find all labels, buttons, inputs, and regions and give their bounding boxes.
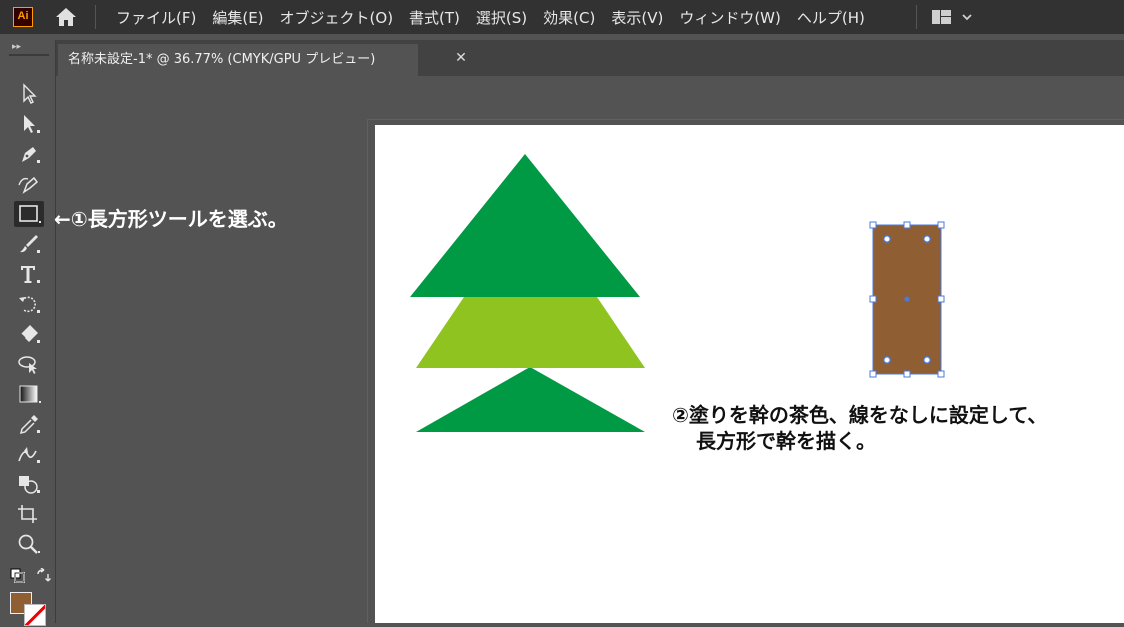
home-button[interactable] <box>54 6 78 28</box>
step2-line1: ②塗りを幹の茶色、線をなしに設定して、 <box>672 403 1048 427</box>
rectangle-tool-icon <box>19 205 41 223</box>
selection-tool-icon <box>23 83 37 104</box>
tree-top-tier[interactable] <box>410 154 640 297</box>
resize-handle[interactable] <box>937 370 945 378</box>
selection-tool-button[interactable] <box>14 81 44 107</box>
direct-selection-tool-icon <box>24 115 40 133</box>
resize-handle[interactable] <box>903 370 911 378</box>
curvature-tool-icon <box>18 176 39 194</box>
artboard-tool-icon <box>18 505 37 523</box>
panel-grip[interactable] <box>9 54 49 56</box>
eyedropper-tool-button[interactable] <box>14 411 44 437</box>
type-tool-icon <box>21 266 40 283</box>
zoom-tool-button[interactable] <box>14 531 44 557</box>
corner-widget[interactable] <box>923 356 931 364</box>
menu-object[interactable]: オブジェクト(O) <box>272 7 402 28</box>
swap-arrow-icon <box>37 567 51 582</box>
document-tab[interactable]: 名称未設定-1* @ 36.77% (CMYK/GPU プレビュー) <box>58 44 418 76</box>
puppet-warp-tool-icon <box>18 447 40 463</box>
eraser-tool-icon <box>20 325 40 343</box>
resize-handle[interactable] <box>903 221 911 229</box>
type-tool-button[interactable] <box>14 261 44 287</box>
menu-view[interactable]: 表示(V) <box>603 7 671 28</box>
canvas-area[interactable] <box>56 76 1124 623</box>
resize-handle[interactable] <box>869 370 877 378</box>
curvature-tool-button[interactable] <box>14 171 44 197</box>
document-tab-bar: 名称未設定-1* @ 36.77% (CMYK/GPU プレビュー) ✕ <box>56 40 1124 76</box>
menu-divider <box>916 5 917 29</box>
resize-handle[interactable] <box>937 295 945 303</box>
direct-selection-tool-button[interactable] <box>14 111 44 137</box>
menu-edit[interactable]: 編集(E) <box>204 7 271 28</box>
corner-widget[interactable] <box>923 235 931 243</box>
menu-items: ファイル(F) 編集(E) オブジェクト(O) 書式(T) 選択(S) 効果(C… <box>108 0 873 34</box>
eraser-tool-button[interactable] <box>14 321 44 347</box>
swap-fill-stroke-button[interactable] <box>35 567 51 584</box>
rotate-tool-icon <box>19 296 40 313</box>
illustrator-logo: Ai <box>13 7 33 27</box>
pen-tool-icon <box>22 147 40 163</box>
tree-middle-tier[interactable] <box>416 297 645 368</box>
corner-widget[interactable] <box>883 235 891 243</box>
resize-handle[interactable] <box>869 221 877 229</box>
artboard[interactable] <box>375 125 1124 623</box>
center-point[interactable] <box>904 296 910 302</box>
menu-file[interactable]: ファイル(F) <box>108 7 204 28</box>
step1-annotation: ←①長方形ツールを選ぶ。 <box>54 207 288 231</box>
menu-type[interactable]: 書式(T) <box>401 7 468 28</box>
lasso-tool-button[interactable] <box>14 351 44 377</box>
paintbrush-tool-button[interactable] <box>14 231 44 257</box>
artboard-tool-button[interactable] <box>14 501 44 527</box>
panel-collapse-icon[interactable]: ▸▸ <box>12 42 21 52</box>
eyedropper-tool-icon <box>19 415 40 435</box>
shape-builder-tool-icon <box>19 476 40 494</box>
gradient-tool-icon <box>19 385 41 403</box>
default-colors-icon <box>10 568 25 583</box>
step2-annotation: ②塗りを幹の茶色、線をなしに設定して、 長方形で幹を描く。 <box>672 402 1047 454</box>
menu-select[interactable]: 選択(S) <box>468 7 535 28</box>
workspace-layout-icon <box>932 10 972 24</box>
menu-help[interactable]: ヘルプ(H) <box>789 7 873 28</box>
artwork <box>410 154 945 432</box>
pen-tool-button[interactable] <box>14 141 44 167</box>
tree-bottom-tier[interactable] <box>416 367 645 432</box>
menu-window[interactable]: ウィンドウ(W) <box>671 7 789 28</box>
resize-handle[interactable] <box>937 221 945 229</box>
gradient-tool-button[interactable] <box>14 381 44 407</box>
lasso-tool-icon <box>18 356 37 374</box>
workspace-switcher-button[interactable] <box>930 8 976 26</box>
rectangle-tool-button[interactable] <box>14 201 44 227</box>
zoom-tool-icon <box>18 534 40 554</box>
puppet-warp-tool-button[interactable] <box>14 441 44 467</box>
resize-handle[interactable] <box>869 295 877 303</box>
shape-builder-tool-button[interactable] <box>14 471 44 497</box>
tools-panel: ▸▸ <box>0 40 56 623</box>
step2-line2: 長方形で幹を描く。 <box>696 429 876 453</box>
corner-widget[interactable] <box>883 356 891 364</box>
rotate-tool-button[interactable] <box>14 291 44 317</box>
menu-divider <box>95 5 96 29</box>
menu-effect[interactable]: 効果(C) <box>535 7 603 28</box>
menu-bar: Ai ファイル(F) 編集(E) オブジェクト(O) 書式(T) 選択(S) 効… <box>0 0 1124 34</box>
default-fill-stroke-button[interactable] <box>10 568 26 584</box>
paintbrush-tool-icon <box>20 235 40 253</box>
close-tab-icon[interactable]: ✕ <box>451 47 471 69</box>
home-icon <box>56 8 76 26</box>
